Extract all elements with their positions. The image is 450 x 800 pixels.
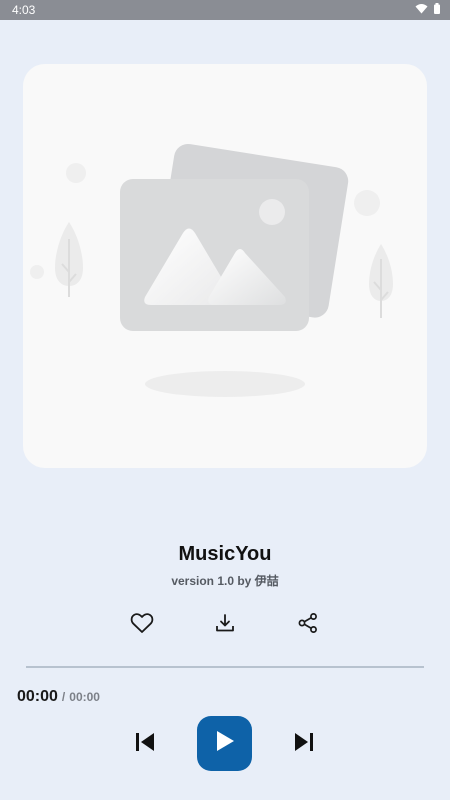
image-placeholder-icon (30, 143, 393, 397)
time-display: 00:00 / 00:00 (17, 688, 100, 706)
song-subtitle: version 1.0 by 伊喆 (171, 574, 279, 588)
album-cover (23, 64, 427, 468)
next-button[interactable] (291, 731, 317, 757)
music-player-screen: 4:03 MusicYou version 1.0 by 伊喆 00:00 / … (0, 0, 450, 800)
previous-button[interactable] (132, 731, 158, 757)
download-icon (214, 612, 236, 639)
skip-next-icon (293, 732, 315, 757)
skip-previous-icon (134, 732, 156, 757)
share-icon (297, 612, 319, 639)
status-time: 4:03 (12, 3, 36, 17)
heart-icon (130, 612, 154, 639)
download-button[interactable] (212, 612, 238, 638)
share-button[interactable] (295, 612, 321, 638)
total-time: 00:00 (69, 690, 100, 704)
progress-bar[interactable] (26, 666, 424, 668)
play-button[interactable] (197, 716, 252, 771)
current-time: 00:00 (17, 688, 58, 705)
play-icon (215, 730, 235, 757)
time-separator: / (61, 690, 66, 704)
status-bar: 4:03 (0, 0, 450, 20)
status-icons (415, 3, 440, 17)
song-title: MusicYou (178, 543, 272, 565)
wifi-icon (415, 3, 428, 17)
battery-icon (434, 3, 440, 17)
favorite-button[interactable] (129, 612, 155, 638)
